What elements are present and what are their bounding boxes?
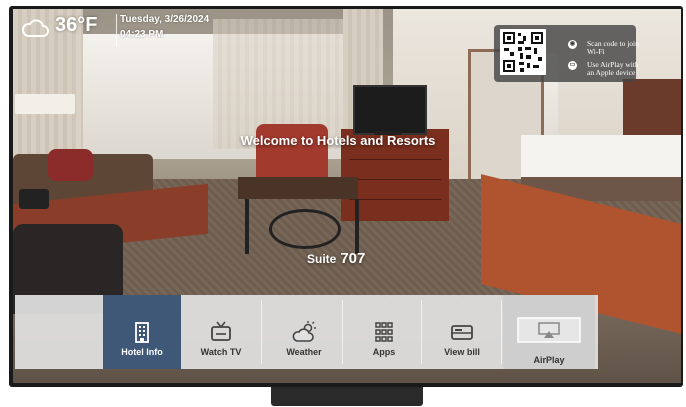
menu-label: AirPlay [533, 355, 565, 365]
menu-label: Weather [286, 347, 322, 357]
tv-icon [211, 321, 231, 341]
dresser-drawer-line [349, 159, 441, 160]
apps-grid-icon [375, 322, 393, 342]
menu-item-airplay[interactable]: AirPlay [503, 295, 595, 369]
time-text: 04:23 PM [120, 29, 164, 40]
menu-item-weather[interactable]: Weather [265, 295, 343, 369]
menu-separator [342, 300, 343, 364]
suite-number-display: Suite 707 [307, 250, 365, 268]
menu-label: View bill [444, 347, 480, 357]
tv-stand [271, 387, 423, 406]
wifi-icon: ◉ [568, 40, 577, 49]
dresser-drawer-line [349, 199, 441, 200]
cloud-icon [21, 19, 49, 37]
header-divider [116, 14, 117, 46]
floor-lamp [15, 94, 75, 114]
temperature: 36°F [55, 14, 98, 36]
menu-separator [501, 300, 502, 364]
welcome-message: Welcome to Hotels and Resorts [240, 133, 436, 148]
suite-number: 707 [340, 250, 366, 267]
dresser-drawer-line [349, 179, 441, 180]
menu-separator [261, 300, 262, 364]
coffee-table-base [245, 199, 359, 254]
suite-label: Suite [307, 252, 337, 266]
airplay-screen-icon [517, 317, 581, 343]
building-icon [135, 322, 149, 343]
wifi-instruction: Scan code to join Wi-Fi [587, 39, 639, 56]
menu-label: Watch TV [200, 347, 242, 357]
desk-phone [19, 189, 49, 209]
airplay-instruction: Use AirPlay with an Apple device [587, 60, 639, 77]
bed-headboard [623, 79, 681, 139]
menu-item-hotel-info[interactable]: Hotel Info [103, 295, 181, 369]
coffee-table-top [238, 177, 358, 199]
bill-icon [451, 325, 473, 340]
room-television [353, 85, 427, 135]
menu-label: Apps [372, 347, 396, 357]
menu-item-watch-tv[interactable]: Watch TV [182, 295, 260, 369]
menu-item-apps[interactable]: Apps [345, 295, 423, 369]
qr-code-icon[interactable] [500, 29, 546, 75]
menu-label: Hotel Info [121, 347, 163, 357]
airplay-icon: ▭ [568, 61, 577, 70]
sun-cloud-icon [292, 321, 316, 342]
sofa-pillow [48, 149, 93, 181]
date-text: Tuesday, 3/26/2024 [120, 14, 210, 25]
menu-item-view-bill[interactable]: View bill [423, 295, 501, 369]
menu-separator [421, 300, 422, 364]
